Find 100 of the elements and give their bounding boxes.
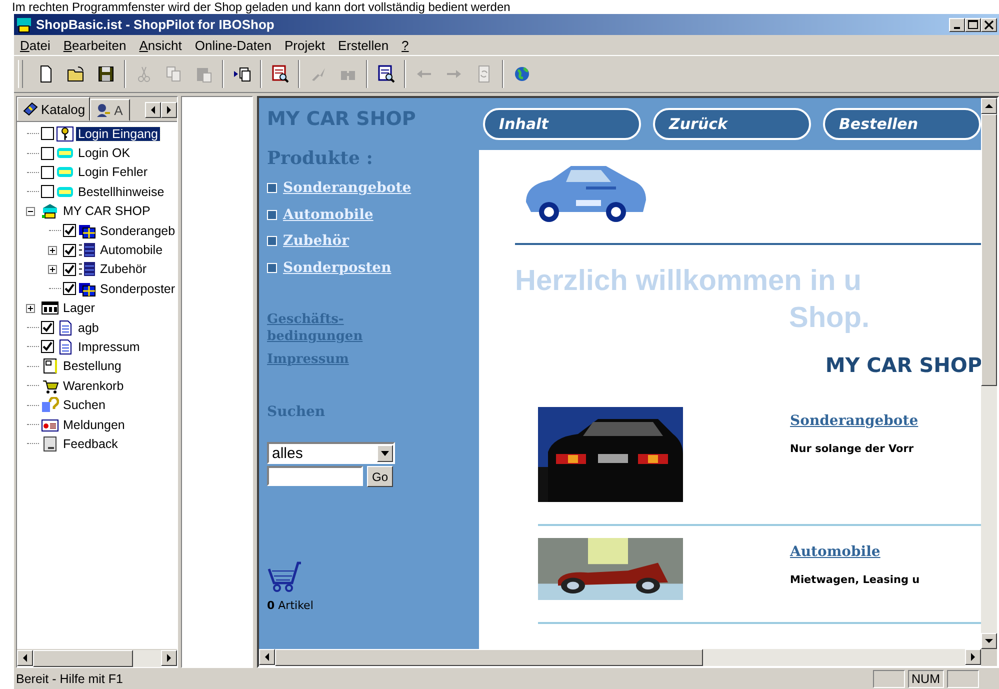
- scrollbar-thumb[interactable]: [275, 649, 703, 666]
- tree-item[interactable]: Impressum: [76, 340, 142, 354]
- expand-icon[interactable]: [48, 264, 56, 274]
- menu-item[interactable]: Projekt: [278, 38, 332, 52]
- checkbox[interactable]: [41, 185, 54, 198]
- tree-item[interactable]: Bestellung: [61, 359, 124, 374]
- left-arrow-icon: [21, 654, 29, 662]
- menu-item[interactable]: ?: [396, 38, 416, 52]
- tree-item[interactable]: Warenkorb: [61, 378, 126, 393]
- folder-icon: [78, 280, 96, 297]
- scrollbar-thumb[interactable]: [33, 650, 133, 667]
- scroll-down-button[interactable]: [981, 633, 997, 649]
- shop-subtitle: MY CAR SHOP: [825, 353, 981, 377]
- status-indicator: NUM: [908, 670, 944, 688]
- welcome-heading: Herzlich willkommen in u Shop.: [515, 264, 871, 336]
- status-panel: [947, 670, 979, 688]
- feedback-icon: [41, 436, 59, 452]
- checkbox[interactable]: [41, 321, 54, 334]
- left-arrow-icon: [149, 106, 158, 114]
- scroll-right-button[interactable]: [161, 102, 178, 118]
- store-icon: [41, 203, 59, 220]
- tree-item[interactable]: Bestellhinweise: [76, 184, 166, 199]
- minimize-button[interactable]: [949, 18, 965, 32]
- menu-item[interactable]: Bearbeiten: [57, 38, 134, 52]
- tree-item[interactable]: Lager: [61, 301, 97, 316]
- checkbox[interactable]: [41, 127, 54, 140]
- scroll-left-button[interactable]: [145, 102, 162, 118]
- tree-item[interactable]: Login Fehler: [76, 165, 150, 180]
- tree-item[interactable]: Zubehör: [98, 262, 149, 276]
- bullet-icon: [267, 183, 277, 194]
- category-link[interactable]: Automobile: [790, 544, 920, 560]
- right-arrow-icon: [969, 653, 977, 661]
- menu-item[interactable]: Online-Daten: [188, 38, 278, 52]
- scroll-left-button[interactable]: [259, 649, 275, 665]
- panel-tab[interactable]: A: [90, 99, 130, 121]
- right-arrow-icon: [165, 654, 174, 662]
- expand-icon[interactable]: [48, 246, 56, 255]
- bullet-icon: [267, 236, 277, 246]
- tree-item[interactable]: Sonderposter: [98, 282, 178, 296]
- left-arrow-icon: [263, 653, 271, 661]
- search-icon: [41, 397, 59, 414]
- tree-item[interactable]: Automobile: [98, 243, 165, 258]
- search-field[interactable]: [267, 466, 363, 486]
- scroll-right-button[interactable]: [965, 649, 981, 665]
- up-arrow-icon: [985, 102, 993, 110]
- status-panel: [872, 670, 905, 688]
- form-icon: [41, 358, 59, 374]
- scroll-up-button[interactable]: [981, 98, 997, 114]
- tree-item[interactable]: MY CAR SHOP: [61, 204, 152, 218]
- bullet-icon: [267, 262, 277, 273]
- nav-button[interactable]: Zurück: [653, 108, 811, 140]
- tree-item[interactable]: Login OK: [76, 146, 132, 160]
- shop-icon: [16, 16, 32, 32]
- menu-item[interactable]: Ansicht: [133, 38, 189, 52]
- category-link[interactable]: Sonderangebote: [790, 413, 918, 429]
- maximize-icon: [968, 20, 978, 30]
- person-icon: [95, 102, 112, 118]
- tree-item[interactable]: Login Eingang: [76, 126, 160, 141]
- checkbox[interactable]: [41, 166, 54, 179]
- menu-item[interactable]: Datei: [14, 38, 58, 52]
- list-icon: [78, 261, 96, 278]
- checkbox[interactable]: [41, 340, 54, 354]
- scroll-left-button[interactable]: [17, 650, 33, 666]
- bullet-icon: [267, 210, 277, 220]
- checkbox[interactable]: [41, 146, 54, 160]
- window-title: ShopBasic.ist - ShopPilot for IBOShop: [36, 17, 276, 32]
- go-button[interactable]: Go: [367, 466, 394, 487]
- caption-text: Im rechten Programmfenster wird der Shop geladen und kann dort vollständig bedient werden: [11, 0, 512, 14]
- checkbox[interactable]: [63, 282, 76, 296]
- category-select[interactable]: alles: [267, 442, 395, 464]
- tree-item[interactable]: Feedback: [61, 436, 120, 451]
- nav-button[interactable]: Bestellen: [823, 108, 981, 140]
- list-icon: [78, 242, 96, 258]
- right-arrow-icon: [165, 106, 174, 114]
- category-description: Mietwagen, Leasing u: [790, 574, 920, 586]
- tree-item[interactable]: Sonderangeb: [98, 224, 178, 238]
- expand-icon[interactable]: [26, 304, 34, 313]
- close-icon: [984, 20, 994, 30]
- collapse-icon[interactable]: [26, 206, 34, 216]
- scroll-right-button[interactable]: [161, 650, 178, 666]
- vertical-scrollbar[interactable]: [981, 98, 997, 649]
- menu-item[interactable]: Erstellen: [332, 38, 396, 52]
- book-icon: [22, 101, 38, 117]
- panel-tab[interactable]: Katalog: [17, 97, 90, 121]
- maximize-button[interactable]: [965, 18, 981, 32]
- checkbox[interactable]: [63, 262, 76, 276]
- checkbox[interactable]: [63, 224, 76, 238]
- horizontal-scrollbar[interactable]: [17, 649, 178, 667]
- close-button[interactable]: [981, 18, 997, 32]
- tree-item[interactable]: Meldungen: [61, 418, 127, 432]
- folder-icon: [78, 222, 96, 239]
- horizontal-scrollbar[interactable]: [259, 649, 981, 666]
- tree-item[interactable]: agb: [76, 320, 101, 335]
- cart-label: Artikel: [278, 599, 314, 612]
- status-text: Bereit - Hilfe mit F1: [16, 672, 124, 686]
- tree-item[interactable]: Suchen: [61, 398, 108, 412]
- stock-icon: [41, 300, 59, 316]
- nav-button[interactable]: Inhalt: [483, 108, 641, 140]
- checkbox[interactable]: [63, 244, 76, 257]
- scrollbar-thumb[interactable]: [981, 114, 997, 386]
